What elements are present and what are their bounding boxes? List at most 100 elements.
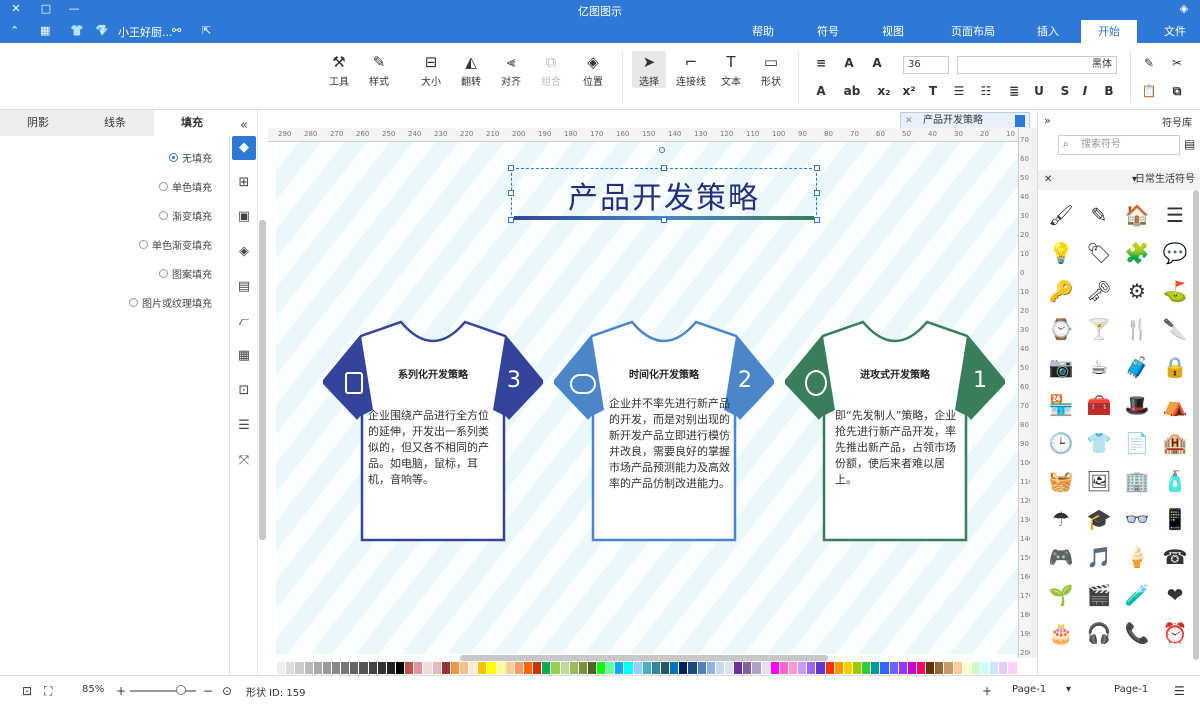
- color-swatch[interactable]: [606, 662, 616, 674]
- color-swatch[interactable]: [770, 662, 780, 674]
- style-button[interactable]: ✎ 样式: [362, 51, 396, 88]
- page-dropdown-icon[interactable]: ▾: [1066, 684, 1071, 695]
- outline-icon[interactable]: ☰: [232, 414, 256, 438]
- symbol-item[interactable]: 🏨: [1158, 426, 1192, 460]
- canvas-vertical-scrollbar[interactable]: [1030, 128, 1037, 658]
- symbol-item[interactable]: ⌚: [1044, 312, 1078, 346]
- color-swatch[interactable]: [779, 662, 790, 674]
- symbol-item[interactable]: 🖼: [1082, 464, 1116, 498]
- symbol-item[interactable]: 🧴: [1158, 464, 1192, 498]
- resize-handle[interactable]: [661, 217, 667, 223]
- color-swatch[interactable]: [450, 662, 460, 674]
- strikethrough-icon[interactable]: T: [924, 84, 942, 98]
- symbol-item[interactable]: 🍸: [1082, 312, 1116, 346]
- fill-option-pattern[interactable]: 图案填充: [159, 266, 212, 281]
- color-swatch[interactable]: [661, 662, 671, 674]
- superscript-icon[interactable]: x²: [900, 84, 918, 98]
- font-color-icon[interactable]: A: [812, 84, 830, 98]
- panel-scrollbar[interactable]: [259, 220, 266, 540]
- add-page-icon[interactable]: +: [982, 684, 992, 698]
- bold-icon[interactable]: B: [1100, 84, 1118, 98]
- symbol-item[interactable]: 🧩: [1120, 236, 1154, 270]
- color-swatch[interactable]: [725, 662, 735, 674]
- layers-icon[interactable]: ◈: [232, 240, 256, 264]
- color-swatch[interactable]: [304, 662, 314, 674]
- fill-bucket-icon[interactable]: ◆: [232, 136, 256, 160]
- color-swatch[interactable]: [999, 662, 1009, 674]
- paste-icon[interactable]: 📋: [1140, 84, 1158, 98]
- color-swatch[interactable]: [990, 662, 1000, 674]
- resize-handle[interactable]: [508, 190, 514, 196]
- color-swatch[interactable]: [386, 662, 396, 674]
- symbol-item[interactable]: 📷: [1044, 350, 1078, 384]
- group-button[interactable]: ⧉ 组合: [534, 51, 568, 88]
- color-swatch[interactable]: [469, 662, 479, 674]
- play-icon[interactable]: ⊙: [222, 684, 232, 698]
- color-swatch[interactable]: [752, 662, 762, 674]
- color-swatch[interactable]: [734, 662, 744, 674]
- symbol-item[interactable]: 🗝: [1082, 274, 1116, 308]
- color-swatch[interactable]: [679, 662, 689, 674]
- maximize-window-icon[interactable]: □: [36, 2, 56, 15]
- color-swatch[interactable]: [807, 662, 817, 674]
- color-swatch[interactable]: [816, 662, 826, 674]
- color-swatch[interactable]: [834, 662, 844, 674]
- resize-handle[interactable]: [661, 165, 667, 171]
- color-swatch[interactable]: [926, 662, 936, 674]
- color-swatch[interactable]: [405, 662, 415, 674]
- color-swatch[interactable]: [688, 662, 698, 674]
- symbol-item[interactable]: ⏰: [1158, 616, 1192, 650]
- symbol-item[interactable]: 🍴: [1120, 312, 1154, 346]
- color-swatch[interactable]: [880, 662, 890, 674]
- image-icon[interactable]: ▣: [232, 205, 256, 229]
- zoom-out-icon[interactable]: −: [203, 684, 213, 698]
- color-swatch[interactable]: [331, 662, 342, 674]
- tab-view[interactable]: 视图: [868, 20, 918, 43]
- close-window-icon[interactable]: ✕: [6, 2, 26, 15]
- font-family-select[interactable]: 黑体: [957, 56, 1117, 74]
- page-tab[interactable]: Page-1: [1012, 684, 1046, 695]
- symbol-item[interactable]: 🎧: [1082, 616, 1116, 650]
- font-size-select[interactable]: 36: [903, 56, 949, 74]
- fullscreen-icon[interactable]: ⛶: [44, 684, 52, 699]
- symbol-item[interactable]: 👓: [1120, 502, 1154, 536]
- color-swatch[interactable]: [487, 662, 497, 674]
- color-swatch[interactable]: [935, 662, 945, 674]
- symbol-item[interactable]: 🔒: [1158, 350, 1192, 384]
- fit-icon[interactable]: ⤧: [232, 449, 256, 473]
- apps-icon[interactable]: ▦: [40, 24, 50, 37]
- symbol-item[interactable]: 🧰: [1082, 388, 1116, 422]
- resize-handle[interactable]: [814, 165, 820, 171]
- cut-icon[interactable]: ✂: [1168, 56, 1186, 70]
- color-swatch[interactable]: [542, 662, 552, 674]
- symbol-item[interactable]: 📱: [1158, 502, 1192, 536]
- color-swatch[interactable]: [743, 662, 753, 674]
- color-swatch[interactable]: [633, 662, 643, 674]
- close-tab-icon[interactable]: ✕: [905, 113, 913, 129]
- fit-page-icon[interactable]: ⊡: [22, 684, 32, 698]
- symbol-item[interactable]: 🔑: [1044, 274, 1078, 308]
- shrink-font-icon[interactable]: A: [840, 56, 858, 70]
- symbol-item[interactable]: 💬: [1158, 236, 1192, 270]
- color-swatch[interactable]: [523, 662, 534, 674]
- library-header[interactable]: ✕ 日常生活符号 ▾: [1038, 170, 1200, 190]
- color-swatch[interactable]: [560, 662, 570, 674]
- fill-option-gradient[interactable]: 渐变填充: [159, 208, 212, 223]
- color-swatch[interactable]: [478, 662, 488, 674]
- color-swatch[interactable]: [889, 662, 899, 674]
- color-swatch[interactable]: [414, 662, 424, 674]
- zoom-slider-handle[interactable]: [176, 685, 186, 695]
- symbol-item[interactable]: ☂: [1044, 502, 1078, 536]
- resize-handle[interactable]: [508, 217, 514, 223]
- color-swatch[interactable]: [871, 662, 881, 674]
- symbol-item[interactable]: 👕: [1082, 426, 1116, 460]
- symbol-item[interactable]: 🧳: [1120, 350, 1154, 384]
- symbol-item[interactable]: 🎂: [1044, 616, 1078, 650]
- align-center-icon[interactable]: ≣: [1005, 84, 1023, 98]
- text-button[interactable]: T 文本: [714, 51, 748, 88]
- library-manager-icon[interactable]: ▤: [1184, 137, 1195, 151]
- collapse-panel-icon[interactable]: «: [232, 114, 256, 138]
- shirt-card[interactable]: 2 时间化开发策略 企业并不率先进行新产品的开发，而是对别出现的新开发产品立即进…: [552, 320, 776, 542]
- zoom-slider[interactable]: [130, 690, 196, 692]
- symbol-item[interactable]: 🏷: [1082, 236, 1116, 270]
